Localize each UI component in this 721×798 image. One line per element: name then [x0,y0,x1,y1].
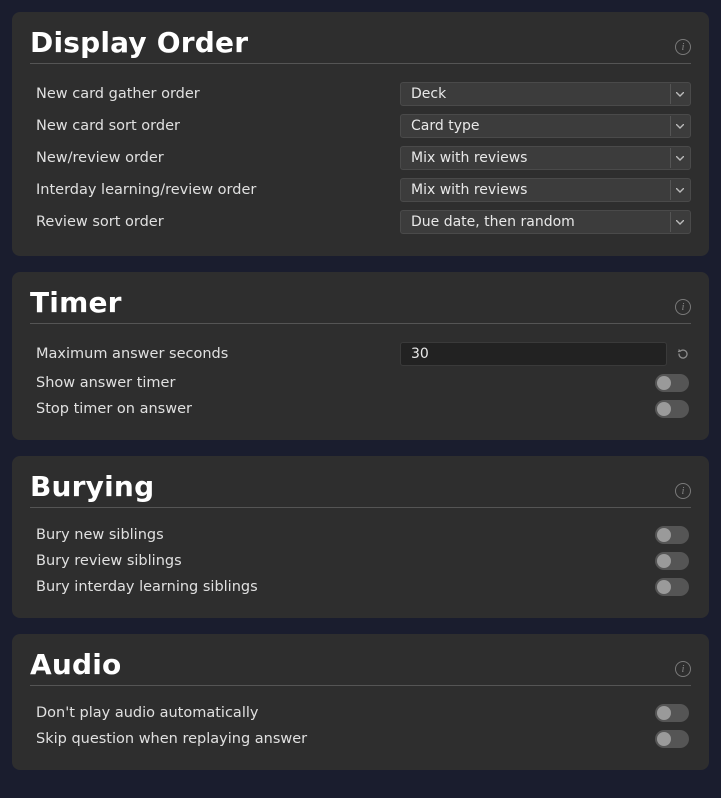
select-value: Card type [411,118,479,134]
maximum-answer-seconds-row: Maximum answer seconds 30 [30,338,691,370]
display-order-title: Display Order [30,26,248,59]
show-answer-timer-row: Show answer timer [30,370,691,396]
chevron-down-icon [670,116,684,136]
skip-question-when-replaying-answer-toggle[interactable] [655,730,689,748]
toggle-knob [657,528,671,542]
display-order-header: Display Order i [30,26,691,64]
new-card-gather-order-label: New card gather order [30,86,400,102]
toggle-knob [657,376,671,390]
bury-interday-learning-siblings-toggle[interactable] [655,578,689,596]
new-review-order-select[interactable]: Mix with reviews [400,146,691,170]
timer-title: Timer [30,286,122,319]
toggle-knob [657,580,671,594]
burying-panel: Burying i Bury new siblings Bury review … [12,456,709,618]
chevron-down-icon [670,180,684,200]
show-answer-timer-toggle[interactable] [655,374,689,392]
new-review-order-row: New/review order Mix with reviews [30,142,691,174]
new-card-sort-order-row: New card sort order Card type [30,110,691,142]
new-review-order-label: New/review order [30,150,400,166]
bury-new-siblings-label: Bury new siblings [30,527,400,543]
select-value: Mix with reviews [411,182,527,198]
dont-play-audio-automatically-toggle[interactable] [655,704,689,722]
dont-play-audio-automatically-label: Don't play audio automatically [30,705,400,721]
info-icon[interactable]: i [675,483,691,499]
bury-interday-learning-siblings-label: Bury interday learning siblings [30,579,400,595]
audio-panel: Audio i Don't play audio automatically S… [12,634,709,770]
reset-icon[interactable] [675,346,691,362]
review-sort-order-label: Review sort order [30,214,400,230]
new-card-gather-order-row: New card gather order Deck [30,78,691,110]
audio-title: Audio [30,648,121,681]
bury-interday-learning-siblings-row: Bury interday learning siblings [30,574,691,600]
bury-review-siblings-label: Bury review siblings [30,553,400,569]
new-card-sort-order-label: New card sort order [30,118,400,134]
skip-question-when-replaying-answer-label: Skip question when replaying answer [30,731,400,747]
stop-timer-on-answer-toggle[interactable] [655,400,689,418]
info-icon[interactable]: i [675,299,691,315]
maximum-answer-seconds-label: Maximum answer seconds [30,346,400,362]
show-answer-timer-label: Show answer timer [30,375,400,391]
display-order-panel: Display Order i New card gather order De… [12,12,709,256]
review-sort-order-select[interactable]: Due date, then random [400,210,691,234]
select-value: Mix with reviews [411,150,527,166]
toggle-knob [657,706,671,720]
new-card-sort-order-select[interactable]: Card type [400,114,691,138]
chevron-down-icon [670,148,684,168]
new-card-gather-order-select[interactable]: Deck [400,82,691,106]
input-value: 30 [411,346,429,362]
toggle-knob [657,402,671,416]
info-icon[interactable]: i [675,39,691,55]
bury-new-siblings-row: Bury new siblings [30,522,691,548]
chevron-down-icon [670,84,684,104]
timer-panel: Timer i Maximum answer seconds 30 Show a… [12,272,709,440]
maximum-answer-seconds-input[interactable]: 30 [400,342,667,366]
burying-title: Burying [30,470,154,503]
stop-timer-on-answer-label: Stop timer on answer [30,401,400,417]
bury-review-siblings-toggle[interactable] [655,552,689,570]
interday-learning-review-order-select[interactable]: Mix with reviews [400,178,691,202]
stop-timer-on-answer-row: Stop timer on answer [30,396,691,422]
toggle-knob [657,732,671,746]
timer-header: Timer i [30,286,691,324]
info-icon[interactable]: i [675,661,691,677]
select-value: Deck [411,86,446,102]
skip-question-when-replaying-answer-row: Skip question when replaying answer [30,726,691,752]
interday-learning-review-order-row: Interday learning/review order Mix with … [30,174,691,206]
chevron-down-icon [670,212,684,232]
bury-new-siblings-toggle[interactable] [655,526,689,544]
select-value: Due date, then random [411,214,575,230]
bury-review-siblings-row: Bury review siblings [30,548,691,574]
review-sort-order-row: Review sort order Due date, then random [30,206,691,238]
audio-header: Audio i [30,648,691,686]
burying-header: Burying i [30,470,691,508]
toggle-knob [657,554,671,568]
interday-learning-review-order-label: Interday learning/review order [30,182,400,198]
dont-play-audio-automatically-row: Don't play audio automatically [30,700,691,726]
